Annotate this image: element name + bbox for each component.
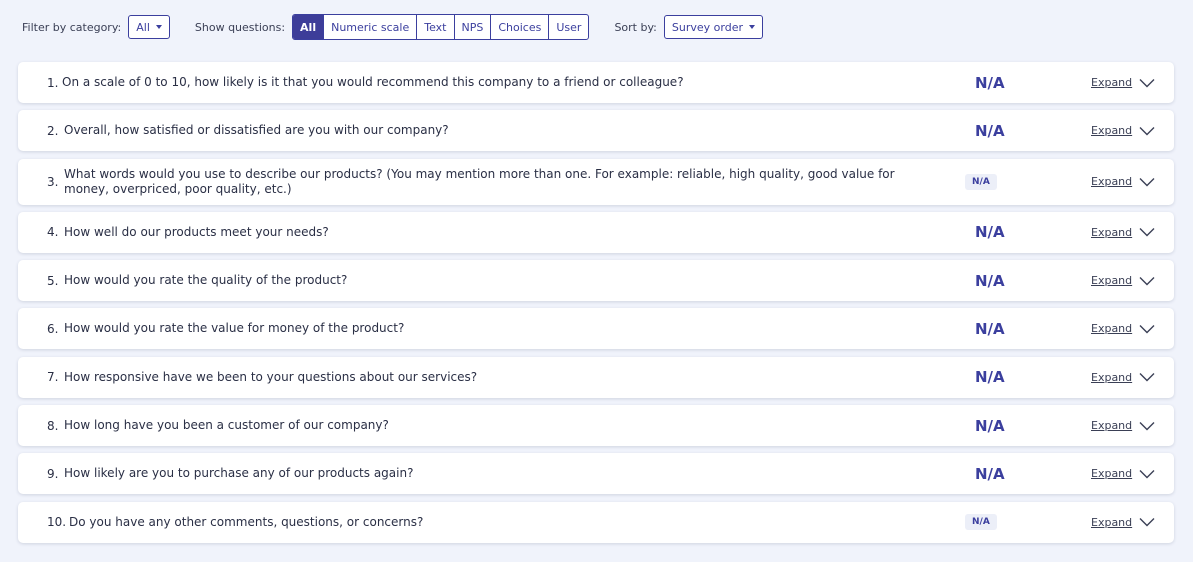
filter-category-dropdown[interactable]: All <box>128 15 170 39</box>
toolbar: Filter by category: All Show questions: … <box>22 14 763 40</box>
chevron-down-icon[interactable] <box>1139 517 1155 527</box>
question-score: N/A <box>975 121 1005 140</box>
expand-link[interactable]: Expand <box>1091 308 1132 349</box>
question-text: Overall, how satisfied or dissatisfied a… <box>64 123 449 138</box>
chevron-down-icon[interactable] <box>1139 276 1155 286</box>
caret-down-icon <box>748 25 755 29</box>
sort-by-value: Survey order <box>671 20 743 34</box>
expand-link[interactable]: Expand <box>1091 62 1132 103</box>
chevron-down-icon[interactable] <box>1139 324 1155 334</box>
sort-by-label: Sort by: <box>614 20 657 34</box>
chevron-down-icon[interactable] <box>1139 421 1155 431</box>
expand-link[interactable]: Expand <box>1091 502 1132 543</box>
expand-link[interactable]: Expand <box>1091 212 1132 253</box>
question-number: 6. <box>47 321 59 336</box>
expand-link[interactable]: Expand <box>1091 260 1132 301</box>
question-text: How would you rate the quality of the pr… <box>64 273 348 288</box>
filter-category-value: All <box>136 20 150 34</box>
expand-link[interactable]: Expand <box>1091 453 1132 494</box>
question-list: 1. On a scale of 0 to 10, how likely is … <box>18 62 1174 550</box>
question-text: How would you rate the value for money o… <box>64 321 405 336</box>
chevron-down-icon[interactable] <box>1139 469 1155 479</box>
question-text: How likely are you to purchase any of ou… <box>64 466 414 481</box>
question-card[interactable]: 5. How would you rate the quality of the… <box>18 260 1174 302</box>
caret-down-icon <box>155 25 162 29</box>
question-text: How well do our products meet your needs… <box>64 224 329 239</box>
question-score: N/A <box>975 271 1005 290</box>
expand-link[interactable]: Expand <box>1091 159 1132 205</box>
question-type-segmented-control: All Numeric scale Text NPS Choices User <box>292 14 590 40</box>
question-text: How long have you been a customer of our… <box>64 418 389 433</box>
question-card[interactable]: 9. How likely are you to purchase any of… <box>18 453 1174 495</box>
question-text: On a scale of 0 to 10, how likely is it … <box>62 75 684 89</box>
question-card[interactable]: 6. How would you rate the value for mone… <box>18 308 1174 350</box>
show-choices-button[interactable]: Choices <box>490 15 548 39</box>
question-score: N/A <box>975 464 1005 483</box>
question-number: 2. <box>47 123 59 138</box>
question-number: 4. <box>47 225 59 240</box>
question-score-badge: N/A <box>965 514 997 531</box>
question-number: 10. <box>47 515 67 530</box>
question-score: N/A <box>975 319 1005 338</box>
question-number: 8. <box>47 418 59 433</box>
chevron-down-icon[interactable] <box>1139 126 1155 136</box>
expand-link[interactable]: Expand <box>1091 110 1132 151</box>
show-user-button[interactable]: User <box>548 15 588 39</box>
question-card[interactable]: 10. Do you have any other comments, ques… <box>18 501 1174 543</box>
question-score: N/A <box>975 368 1005 387</box>
question-score: N/A <box>975 73 1005 92</box>
chevron-down-icon[interactable] <box>1139 177 1155 187</box>
filter-category-label: Filter by category: <box>22 20 122 34</box>
question-number: 5. <box>47 273 59 288</box>
question-score-badge: N/A <box>965 173 997 190</box>
question-card[interactable]: 7. How responsive have we been to your q… <box>18 356 1174 398</box>
question-score: N/A <box>975 223 1005 242</box>
show-numeric-scale-button[interactable]: Numeric scale <box>323 15 416 39</box>
show-all-button[interactable]: All <box>293 15 324 39</box>
show-nps-button[interactable]: NPS <box>453 15 491 39</box>
chevron-down-icon[interactable] <box>1139 227 1155 237</box>
question-card[interactable]: 4. How well do our products meet your ne… <box>18 211 1174 253</box>
expand-link[interactable]: Expand <box>1091 357 1132 398</box>
show-text-button[interactable]: Text <box>416 15 453 39</box>
expand-link[interactable]: Expand <box>1091 405 1132 446</box>
question-text: How responsive have we been to your ques… <box>64 369 478 384</box>
question-number: 3. <box>47 174 59 189</box>
question-number: 9. <box>47 466 59 481</box>
question-number: 7. <box>47 370 59 385</box>
question-card[interactable]: 3. What words would you use to describe … <box>18 158 1174 205</box>
chevron-down-icon[interactable] <box>1139 78 1155 88</box>
question-text: Do you have any other comments, question… <box>69 514 424 529</box>
sort-by-dropdown[interactable]: Survey order <box>663 15 763 39</box>
question-card[interactable]: 2. Overall, how satisfied or dissatisfie… <box>18 110 1174 152</box>
chevron-down-icon[interactable] <box>1139 372 1155 382</box>
question-number: 1. <box>47 75 59 90</box>
show-questions-label: Show questions: <box>194 20 286 34</box>
question-card[interactable]: 1. On a scale of 0 to 10, how likely is … <box>18 62 1174 103</box>
question-score: N/A <box>975 416 1005 435</box>
question-card[interactable]: 8. How long have you been a customer of … <box>18 405 1174 447</box>
question-text: What words would you use to describe our… <box>64 166 895 196</box>
